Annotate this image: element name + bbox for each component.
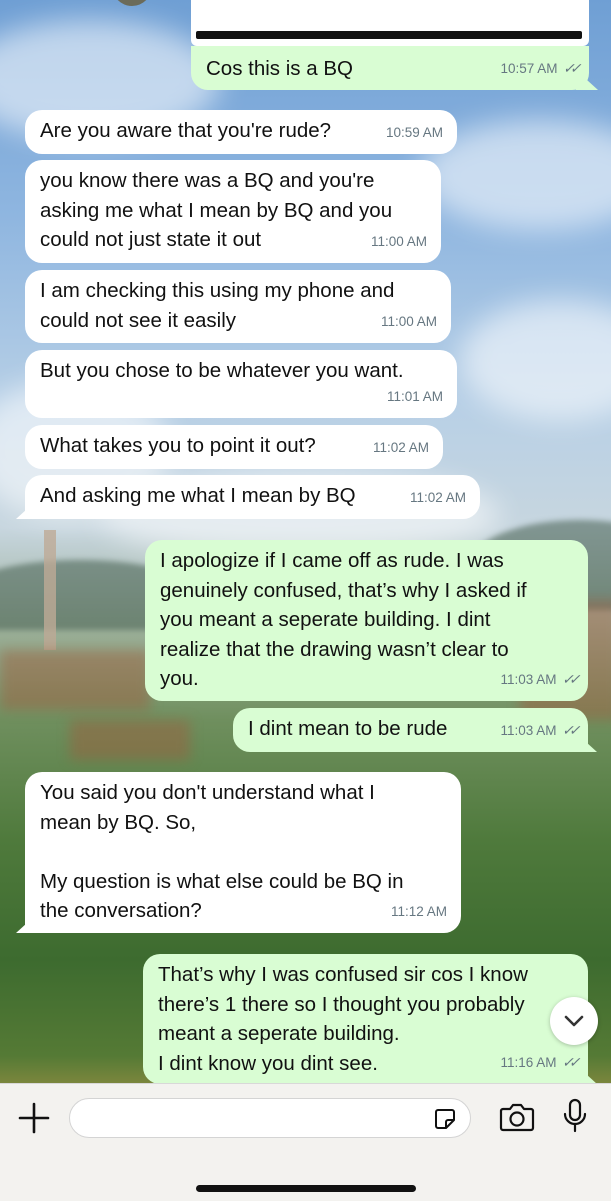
message-bubble-incoming[interactable]: you know there was a BQ and you're askin…: [25, 160, 441, 263]
message-time: 11:03 AM: [500, 671, 557, 687]
message-meta: 10:57 AM ✓✓: [500, 54, 579, 84]
message-meta: 11:16 AM ✓✓: [500, 1048, 578, 1078]
message-meta: 11:02 AM: [373, 433, 429, 463]
message-input[interactable]: [69, 1098, 471, 1138]
message-text: you know there was a BQ and you're askin…: [40, 169, 393, 251]
message-bubble-incoming[interactable]: You said you don't understand what I mea…: [25, 772, 461, 933]
read-receipt-icon: ✓✓: [561, 59, 580, 76]
message-bubble-incoming[interactable]: Are you aware that you're rude? 10:59 AM: [25, 110, 457, 154]
quoted-image-preview[interactable]: [191, 0, 589, 46]
message-meta: 10:59 AM: [386, 118, 443, 148]
message-meta: 11:01 AM: [387, 382, 443, 412]
camera-icon[interactable]: [499, 1102, 535, 1132]
message-time: 10:59 AM: [385, 124, 443, 140]
message-time: 11:00 AM: [370, 233, 427, 249]
message-bubble-incoming[interactable]: But you chose to be whatever you want. 1…: [25, 350, 457, 418]
chevron-down-icon: [564, 1015, 584, 1027]
message-bubble-outgoing[interactable]: That’s why I was confused sir cos I know…: [143, 954, 588, 1084]
read-receipt-icon: ✓✓: [560, 721, 579, 738]
message-time: 11:12 AM: [390, 903, 447, 919]
message-time: 11:00 AM: [380, 313, 437, 329]
message-bubble-incoming[interactable]: What takes you to point it out? 11:02 AM: [25, 425, 443, 469]
home-indicator[interactable]: [196, 1185, 416, 1192]
scroll-to-bottom-button[interactable]: [550, 997, 598, 1045]
message-time: 11:16 AM: [500, 1054, 557, 1070]
message-time: 11:02 AM: [372, 439, 429, 455]
read-receipt-icon: ✓✓: [560, 670, 579, 687]
message-composer: [0, 1083, 611, 1201]
message-bubble-outgoing[interactable]: I dint mean to be rude 11:03 AM ✓✓: [233, 708, 588, 752]
message-text: I am checking this using my phone and co…: [40, 279, 395, 332]
message-bubble-outgoing[interactable]: Cos this is a BQ 10:57 AM ✓✓: [191, 46, 589, 90]
message-meta: 11:12 AM: [391, 897, 447, 927]
sticker-icon[interactable]: [433, 1107, 457, 1131]
message-time: 11:02 AM: [409, 489, 466, 505]
message-bubble-incoming[interactable]: I am checking this using my phone and co…: [25, 270, 451, 343]
message-text: But you chose to be whatever you want.: [40, 359, 404, 382]
microphone-icon[interactable]: [562, 1098, 588, 1134]
message-meta: 11:03 AM ✓✓: [500, 716, 578, 746]
message-text: You said you don't understand what I mea…: [40, 781, 404, 922]
message-meta: 11:00 AM: [371, 227, 427, 257]
message-text: What takes you to point it out?: [40, 434, 316, 457]
message-bubble-outgoing[interactable]: I apologize if I came off as rude. I was…: [145, 540, 588, 701]
message-text: And asking me what I mean by BQ: [40, 484, 356, 507]
read-receipt-icon: ✓✓: [560, 1053, 579, 1070]
quoted-drawing-strip: [196, 31, 582, 39]
message-bubble-incoming[interactable]: And asking me what I mean by BQ 11:02 AM: [25, 475, 480, 519]
plus-icon[interactable]: [17, 1101, 51, 1135]
message-time: 11:03 AM: [500, 722, 557, 738]
message-time: 11:01 AM: [386, 388, 443, 404]
message-time: 10:57 AM: [500, 60, 558, 76]
message-text: Are you aware that you're rude?: [40, 119, 332, 142]
message-meta: 11:03 AM ✓✓: [500, 665, 578, 695]
message-meta: 11:02 AM: [410, 483, 466, 513]
message-meta: 11:00 AM: [381, 307, 437, 337]
